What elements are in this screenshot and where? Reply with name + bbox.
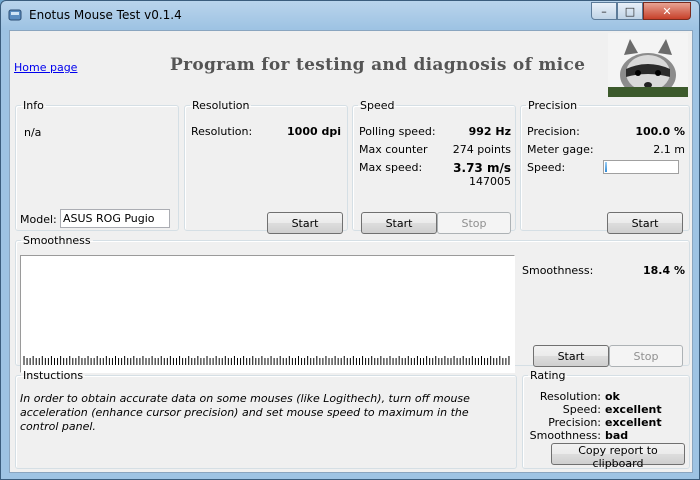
minimize-button[interactable]: –: [591, 2, 617, 20]
precision-legend: Precision: [528, 99, 578, 112]
rating-legend: Rating: [530, 369, 566, 382]
precision-speed-fill: [605, 162, 607, 172]
max-speed-sub: 147005: [469, 175, 511, 188]
window-title: Enotus Mouse Test v0.1.4: [29, 8, 182, 22]
resolution-start-button[interactable]: Start: [267, 212, 343, 234]
smoothness-ticks: [23, 356, 510, 365]
page-heading: Program for testing and diagnosis of mic…: [170, 55, 586, 75]
speed-start-button[interactable]: Start: [361, 212, 437, 234]
speed-group: Speed Polling speed: 992 Hz Max counter …: [352, 99, 516, 234]
info-text: n/a: [24, 126, 42, 139]
rating-group: Rating Resolution: ok Speed: excellent P…: [522, 369, 690, 470]
rating-precision-label: Precision:: [548, 416, 601, 429]
rating-speed-label: Speed:: [562, 403, 601, 416]
precision-speed-label: Speed:: [527, 161, 566, 174]
maximize-button[interactable]: □: [617, 2, 643, 20]
precision-value: 100.0 %: [635, 125, 685, 138]
polling-speed-label: Polling speed:: [359, 125, 436, 138]
title-bar[interactable]: Enotus Mouse Test v0.1.4 – □ ✕: [1, 1, 699, 29]
rating-precision-value: excellent: [605, 416, 662, 429]
rating-resolution-label: Resolution:: [539, 390, 601, 403]
precision-start-button[interactable]: Start: [607, 212, 683, 234]
precision-label: Precision:: [527, 125, 580, 138]
resolution-label: Resolution:: [191, 125, 253, 138]
meter-gage-value: 2.1 m: [653, 143, 685, 156]
precision-group: Precision Precision: 100.0 % Meter gage:…: [520, 99, 690, 234]
info-legend: Info: [23, 99, 44, 112]
rating-speed-value: excellent: [605, 403, 662, 416]
smoothness-legend: Smoothness: [23, 234, 91, 247]
max-counter-label: Max counter: [359, 143, 428, 156]
resolution-legend: Resolution: [192, 99, 250, 112]
model-label: Model:: [20, 213, 57, 226]
mouse-app-icon: [8, 9, 22, 21]
smoothness-value: 18.4 %: [643, 264, 685, 277]
meter-gage-label: Meter gage:: [527, 143, 594, 156]
max-speed-value: 3.73 m/s: [453, 161, 511, 175]
instructions-group: Instuctions In order to obtain accurate …: [15, 369, 517, 469]
info-group: Info n/a Model:: [15, 99, 179, 231]
max-counter-value: 274 points: [452, 143, 511, 156]
copy-report-button[interactable]: Copy report to clipboard: [551, 443, 685, 470]
instructions-legend: Instuctions: [23, 369, 84, 382]
rating-resolution-value: ok: [605, 390, 620, 403]
resolution-value: 1000 dpi: [287, 125, 341, 138]
precision-speed-meter: [603, 160, 679, 174]
resolution-group: Resolution Resolution: 1000 dpi Start: [184, 99, 348, 234]
max-speed-label: Max speed:: [359, 161, 423, 174]
speed-stop-button[interactable]: Stop: [437, 212, 511, 234]
smoothness-start-button[interactable]: Start: [533, 345, 609, 367]
rating-smoothness-value: bad: [605, 429, 629, 442]
home-page-link[interactable]: Home page: [14, 61, 77, 74]
smoothness-graph: [20, 255, 515, 373]
rating-smoothness-label: Smoothness:: [529, 429, 601, 442]
client-area: Home page Program for testing and diagno…: [9, 30, 693, 473]
smoothness-label: Smoothness:: [522, 264, 594, 277]
app-window: Enotus Mouse Test v0.1.4 – □ ✕ Home page…: [0, 0, 700, 480]
speed-legend: Speed: [360, 99, 395, 112]
model-field[interactable]: [60, 209, 170, 228]
raccoon-logo-image: [608, 33, 688, 97]
smoothness-group: Smoothness Smoothness: 18.4 % Start Stop: [15, 234, 690, 373]
close-button[interactable]: ✕: [643, 2, 691, 20]
smoothness-stop-button[interactable]: Stop: [609, 345, 683, 367]
instructions-text: In order to obtain accurate data on some…: [20, 392, 470, 433]
polling-speed-value: 992 Hz: [468, 125, 511, 138]
